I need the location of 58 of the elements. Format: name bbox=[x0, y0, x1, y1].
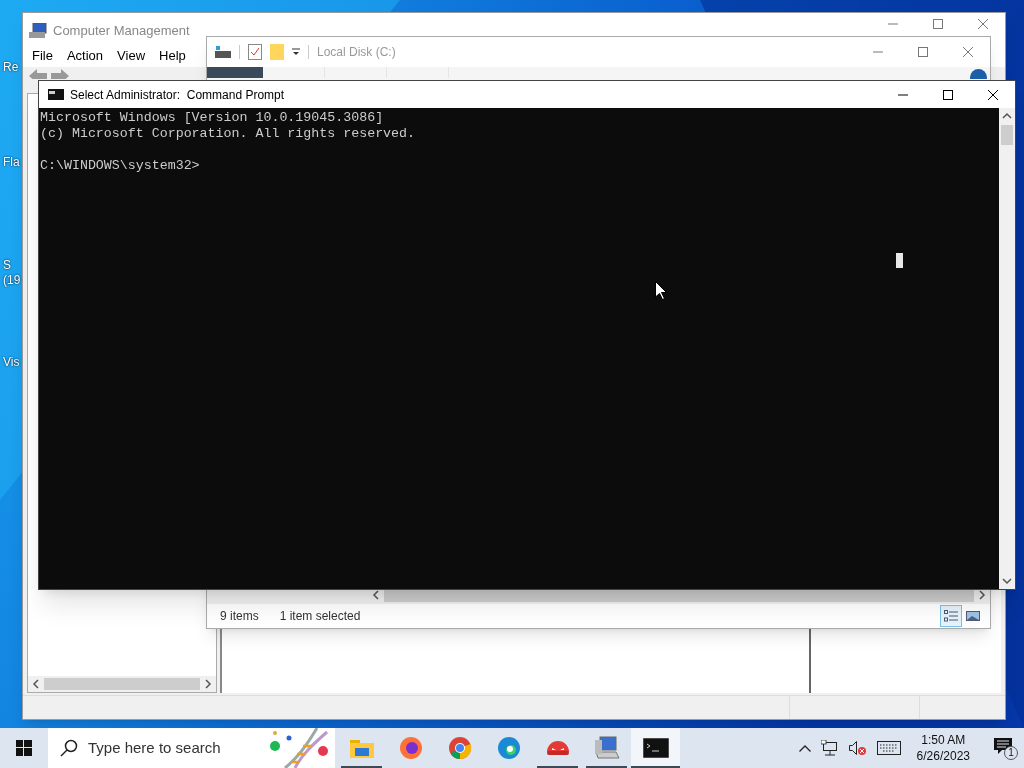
close-icon bbox=[977, 19, 988, 29]
image-icon bbox=[966, 610, 980, 622]
console-line: Microsoft Windows [Version 10.0.19045.3086] bbox=[40, 110, 384, 126]
speaker-muted-icon[interactable] bbox=[848, 740, 867, 756]
status-text: 1 item selected bbox=[279, 608, 361, 625]
scroll-down-icon[interactable] bbox=[1002, 576, 1012, 585]
maximize-icon bbox=[917, 47, 928, 57]
scroll-up-icon[interactable] bbox=[1002, 112, 1012, 121]
properties-icon[interactable] bbox=[248, 44, 262, 60]
network-icon[interactable] bbox=[820, 740, 839, 756]
scroll-right-icon[interactable] bbox=[978, 590, 986, 600]
text-cursor bbox=[896, 253, 903, 268]
scroll-left-icon[interactable] bbox=[32, 679, 40, 689]
scroll-left-icon[interactable] bbox=[372, 590, 380, 600]
window-title: Computer Management bbox=[53, 22, 190, 40]
computer-icon bbox=[29, 22, 47, 39]
notification-count: 1 bbox=[1004, 746, 1018, 760]
clock[interactable]: 1:50 AM 6/26/2023 bbox=[910, 732, 976, 764]
menu-item[interactable]: Help bbox=[152, 46, 193, 66]
menu-item[interactable]: View bbox=[110, 46, 153, 66]
clock-date: 6/26/2023 bbox=[916, 748, 970, 764]
maximize-icon bbox=[932, 19, 943, 29]
menu-item[interactable]: File bbox=[25, 46, 60, 66]
mouse-pointer-icon bbox=[655, 281, 667, 300]
details-list-icon bbox=[944, 610, 958, 622]
dome-icon bbox=[545, 738, 570, 758]
computer-icon bbox=[593, 736, 620, 760]
edge-icon bbox=[496, 736, 521, 760]
console-line: (c) Microsoft Corporation. All rights reserved. bbox=[40, 126, 416, 142]
close-icon bbox=[962, 47, 973, 57]
terminal-icon bbox=[48, 89, 64, 100]
help-icon[interactable] bbox=[970, 69, 987, 79]
console-line: C:\WINDOWS\system32> bbox=[40, 158, 200, 174]
scrollbar-thumb[interactable] bbox=[1001, 125, 1013, 145]
search-field[interactable]: Type here to search bbox=[48, 728, 335, 768]
firefox-icon bbox=[398, 736, 423, 760]
window-title: Select Administrator: Command Prompt bbox=[70, 86, 285, 104]
dropdown-icon[interactable] bbox=[292, 48, 300, 56]
scrollbar-thumb[interactable] bbox=[44, 678, 200, 690]
chevron-up-icon[interactable] bbox=[798, 744, 811, 752]
close-icon bbox=[987, 89, 998, 100]
folder-icon bbox=[349, 738, 374, 758]
windows-logo-icon bbox=[16, 740, 32, 756]
search-icon bbox=[60, 739, 78, 757]
clock-time: 1:50 AM bbox=[921, 732, 966, 748]
chrome-icon bbox=[447, 736, 472, 760]
taskbar-app-button[interactable] bbox=[631, 728, 680, 768]
console-area[interactable]: Microsoft Windows [Version 10.0.19045.3086] (c) Microsoft Corporation. All rights reserved. C:\WINDOWS\system32> bbox=[39, 108, 999, 589]
search-placeholder: Type here to search bbox=[88, 737, 221, 758]
menu-item[interactable]: Action bbox=[59, 46, 111, 66]
window-title: Local Disk (C:) bbox=[317, 44, 396, 61]
drive-icon bbox=[215, 46, 231, 58]
terminal-icon bbox=[642, 738, 669, 758]
keyboard-icon[interactable] bbox=[876, 741, 901, 755]
maximize-icon bbox=[942, 89, 953, 100]
scroll-right-icon[interactable] bbox=[204, 679, 212, 689]
details-view-button[interactable] bbox=[940, 605, 962, 627]
status-text: 9 items bbox=[220, 608, 259, 625]
